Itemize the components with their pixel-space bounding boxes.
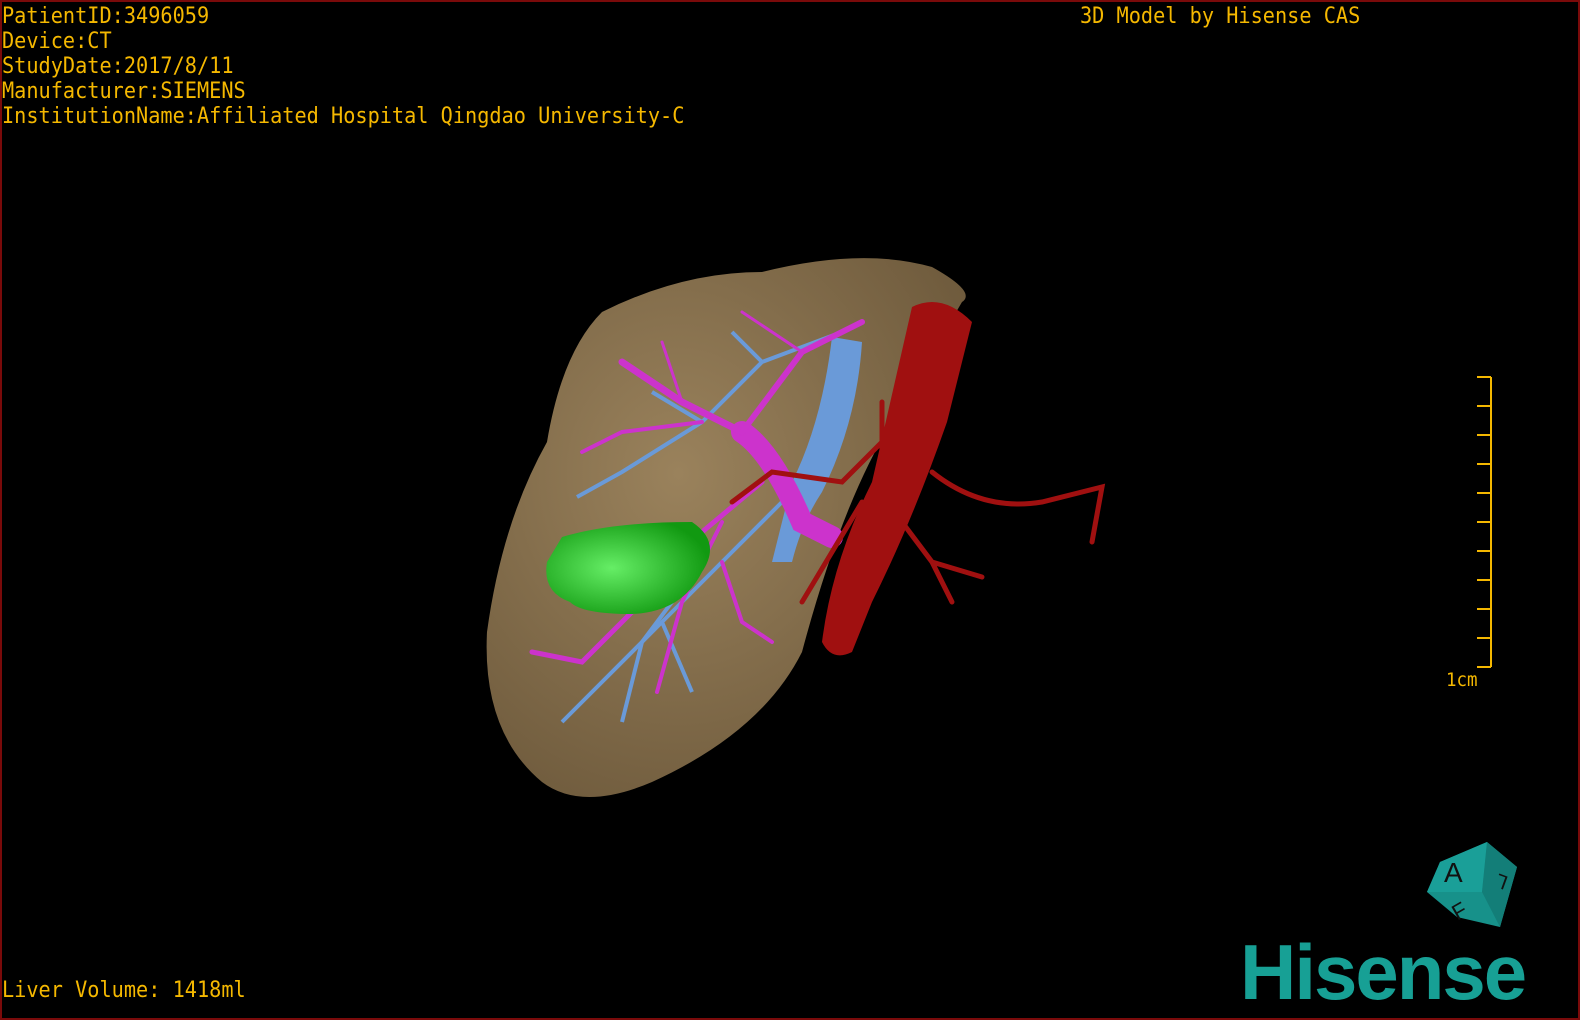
model-credit: 3D Model by Hisense CAS xyxy=(1080,4,1361,29)
liver-3d-model[interactable] xyxy=(2,2,1580,1020)
3d-viewport[interactable]: PatientID:3496059 Device:CT StudyDate:2017… xyxy=(0,0,1580,1020)
liver-volume: Liver Volume: 1418ml xyxy=(2,978,246,1003)
hisense-logo: Hisense xyxy=(1240,928,1527,1016)
patient-id: PatientID:3496059 xyxy=(2,4,210,29)
institution-name: InstitutionName:Affiliated Hospital Qing… xyxy=(2,104,685,129)
device: Device:CT xyxy=(2,29,112,54)
scale-bar xyxy=(1477,376,1492,668)
orientation-cube[interactable]: A L F xyxy=(1422,837,1532,942)
manufacturer: Manufacturer:SIEMENS xyxy=(2,79,246,104)
patient-info: PatientID:3496059 Device:CT StudyDate:2017… xyxy=(2,4,684,129)
study-date: StudyDate:2017/8/11 xyxy=(2,54,234,79)
scale-bar-label: 1cm xyxy=(1446,669,1478,691)
cube-face-a[interactable]: A xyxy=(1444,857,1463,888)
